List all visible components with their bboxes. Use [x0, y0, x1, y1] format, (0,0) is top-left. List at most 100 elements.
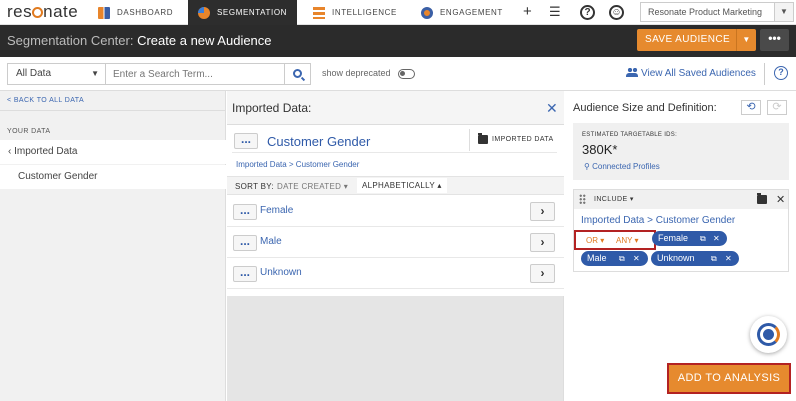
search-input[interactable]	[105, 63, 285, 85]
include-dropdown[interactable]: INCLUDE ▾	[594, 195, 634, 203]
close-icon[interactable]: ✕	[776, 193, 785, 206]
add-to-analysis-button[interactable]: ADD TO ANALYSIS	[667, 363, 791, 394]
middle-header: Imported Data: ✕	[227, 91, 564, 125]
attribute-card: ... Customer Gender IMPORTED DATA	[232, 129, 557, 153]
row-options-button[interactable]: ...	[233, 235, 257, 251]
view-all-label: View All Saved Audiences	[641, 68, 756, 79]
chevron-right-icon[interactable]: ›	[530, 233, 555, 252]
list-item[interactable]: ... Unknown ›	[227, 258, 564, 289]
view-all-saved-audiences-link[interactable]: View All Saved Audiences	[626, 68, 756, 79]
folder-icon[interactable]	[757, 193, 767, 204]
drag-handle-icon[interactable]	[579, 194, 586, 204]
or-dropdown[interactable]: OR ▾	[586, 236, 604, 245]
audience-size-box: ESTIMATED TARGETABLE IDS: 380K* ⚲ Connec…	[573, 123, 789, 180]
chevron-right-icon[interactable]: ›	[530, 264, 555, 283]
breadcrumb[interactable]: Imported Data > Customer Gender	[236, 160, 359, 169]
remove-icon[interactable]: ✕	[633, 251, 640, 266]
attribute-options-button[interactable]: ...	[234, 133, 258, 149]
value-pill[interactable]: Unknown ⧉ ✕	[651, 251, 739, 266]
external-link-icon[interactable]: ⧉	[619, 251, 625, 266]
save-dropdown-icon[interactable]: ▼	[736, 29, 756, 51]
pill-label: Male	[587, 253, 607, 263]
tab-dashboard[interactable]: DASHBOARD	[98, 0, 173, 25]
estimate-label: ESTIMATED TARGETABLE IDS:	[582, 132, 678, 138]
tab-engagement-label: ENGAGEMENT	[440, 8, 503, 17]
connected-profiles-link[interactable]: ⚲ Connected Profiles	[584, 162, 660, 171]
tab-dashboard-label: DASHBOARD	[117, 8, 174, 17]
list-item[interactable]: ... Male ›	[227, 227, 564, 258]
search-icon	[293, 69, 302, 78]
imported-data-folder[interactable]: ‹ Imported Data	[0, 140, 226, 164]
imported-data-badge-label: IMPORTED DATA	[492, 136, 554, 143]
row-options-button[interactable]: ...	[233, 266, 257, 282]
title-bar: Segmentation Center: Create a new Audien…	[0, 25, 796, 57]
chevron-down-icon: ▼	[91, 69, 99, 78]
row-options-button[interactable]: ...	[233, 204, 257, 220]
close-icon[interactable]: ✕	[546, 100, 558, 117]
account-select[interactable]: Resonate Product Marketing ▼	[640, 2, 794, 22]
list-icon[interactable]: ☰	[549, 4, 561, 20]
include-header: INCLUDE ▾ ✕	[574, 190, 788, 209]
page-title: Segmentation Center: Create a new Audien…	[7, 33, 272, 48]
list-item-label: Unknown	[260, 267, 302, 278]
filter-bar: All Data ▼ show deprecated View All Save…	[0, 57, 796, 91]
list-item-label: Male	[260, 236, 282, 247]
estimate-value: 380K*	[582, 142, 618, 157]
tab-intelligence[interactable]: INTELLIGENCE	[313, 0, 397, 25]
divider	[764, 63, 765, 85]
page-title-main: Create a new Audience	[137, 33, 272, 48]
sort-date-created[interactable]: DATE CREATED ▾	[277, 182, 348, 191]
list-item[interactable]: ... Female ›	[227, 196, 564, 227]
external-link-icon[interactable]: ⧉	[711, 251, 717, 266]
help-icon[interactable]: ?	[774, 66, 788, 80]
chat-assistant-icon[interactable]	[750, 316, 787, 353]
dashboard-icon	[98, 6, 110, 19]
sort-alphabetically[interactable]: ALPHABETICALLY ▴	[357, 178, 447, 193]
segmentation-icon	[198, 6, 210, 19]
connected-profiles-label: Connected Profiles	[592, 162, 660, 171]
list-item-label: Female	[260, 205, 294, 216]
right-panel: Audience Size and Definition: ⟲ ⟳ ESTIMA…	[565, 91, 796, 401]
person-icon: ⚲	[584, 162, 590, 171]
page-title-prefix: Segmentation Center:	[7, 33, 134, 48]
include-block: INCLUDE ▾ ✕ Imported Data > Customer Gen…	[573, 189, 789, 272]
sort-by-label: SORT BY:	[235, 182, 275, 191]
logic-selector: OR ▾ ANY ▾	[574, 230, 656, 250]
save-audience-label: SAVE AUDIENCE	[645, 34, 731, 45]
any-dropdown[interactable]: ANY ▾	[616, 236, 639, 245]
redo-icon[interactable]: ⟳	[767, 100, 787, 115]
profile-icon[interactable]: ☺	[609, 5, 624, 20]
more-options-button[interactable]: •••	[760, 29, 789, 51]
chevron-right-icon[interactable]: ›	[530, 202, 555, 221]
pill-label: Unknown	[657, 253, 695, 263]
data-scope-value: All Data	[16, 68, 52, 79]
engagement-icon	[421, 6, 433, 19]
include-path[interactable]: Imported Data > Customer Gender	[581, 215, 735, 226]
undo-icon[interactable]: ⟲	[741, 100, 761, 115]
external-link-icon[interactable]: ⧉	[700, 231, 706, 246]
imported-data-heading: Imported Data:	[232, 101, 312, 115]
tab-intelligence-label: INTELLIGENCE	[332, 8, 397, 17]
back-to-all-data-link[interactable]: < BACK TO ALL DATA	[7, 97, 84, 104]
data-scope-select[interactable]: All Data ▼	[7, 63, 105, 85]
audience-definition-title: Audience Size and Definition:	[573, 102, 717, 114]
tab-segmentation[interactable]: SEGMENTATION	[188, 0, 298, 25]
customer-gender-item[interactable]: Customer Gender	[0, 165, 226, 189]
search-button[interactable]	[285, 63, 311, 85]
imported-data-badge: IMPORTED DATA	[469, 129, 560, 151]
resonate-logo[interactable]: res nate	[7, 2, 78, 22]
plus-icon[interactable]: +	[523, 3, 532, 20]
show-deprecated-label: show deprecated	[322, 68, 391, 78]
account-name: Resonate Product Marketing	[648, 7, 763, 17]
remove-icon[interactable]: ✕	[725, 251, 732, 266]
tab-engagement[interactable]: ENGAGEMENT	[421, 0, 503, 25]
value-pill[interactable]: Male ⧉ ✕	[581, 251, 648, 266]
chevron-down-icon: ▼	[774, 3, 793, 21]
value-pill[interactable]: Female ⧉ ✕	[652, 231, 727, 246]
help-icon[interactable]: ?	[580, 5, 595, 20]
remove-icon[interactable]: ✕	[713, 231, 720, 246]
save-audience-button[interactable]: SAVE AUDIENCE ▼	[637, 29, 756, 51]
show-deprecated-toggle[interactable]	[398, 69, 415, 79]
divider	[0, 110, 226, 111]
your-data-heading: YOUR DATA	[7, 128, 51, 135]
